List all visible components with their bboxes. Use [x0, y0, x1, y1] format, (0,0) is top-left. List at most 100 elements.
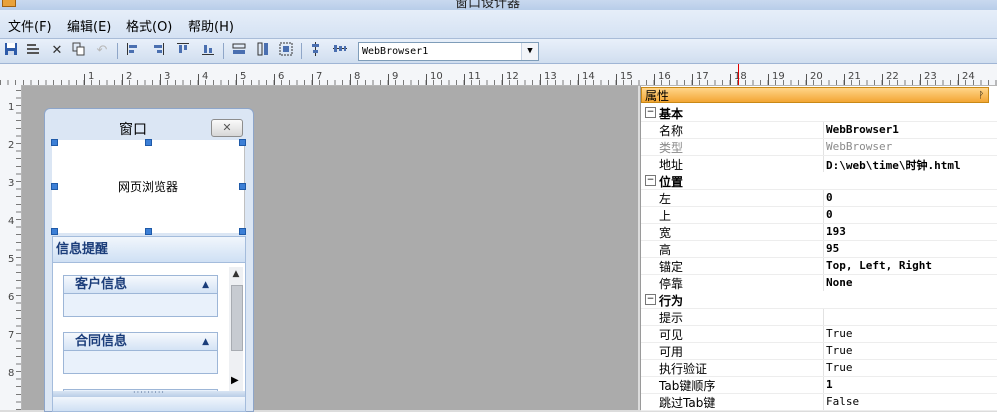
property-row[interactable]: Tab键顺序 1	[641, 376, 997, 394]
group-header[interactable]: 合同信息 ▲	[64, 333, 217, 351]
save-icon[interactable]	[2, 42, 20, 60]
align-top-icon[interactable]	[174, 42, 192, 60]
property-category[interactable]: − 基本	[641, 104, 997, 122]
property-category[interactable]: − 行为	[641, 291, 997, 309]
property-name: 宽	[659, 226, 672, 240]
property-name: 地址	[659, 158, 684, 172]
menu-file[interactable]: 文件(F)	[8, 16, 52, 35]
property-row[interactable]: 名称 WebBrowser1	[641, 121, 997, 139]
property-row[interactable]: 类型 WebBrowser	[641, 138, 997, 156]
property-value[interactable]: True	[826, 361, 853, 374]
property-value[interactable]: 0	[826, 208, 833, 221]
property-category[interactable]: − 位置	[641, 172, 997, 190]
collapse-icon[interactable]: −	[645, 175, 656, 186]
collapse-icon[interactable]: ▲	[202, 333, 209, 351]
category-label: 位置	[659, 175, 684, 189]
property-value[interactable]: 95	[826, 242, 839, 255]
delete-icon[interactable]: ✕	[48, 42, 66, 60]
ruler-major-tick	[958, 74, 959, 85]
property-row[interactable]: 跳过Tab键 False	[641, 393, 997, 411]
ruler-number: 3	[8, 178, 15, 189]
undo-icon[interactable]: ↶	[93, 42, 111, 60]
property-value[interactable]: Top, Left, Right	[826, 259, 932, 272]
property-row[interactable]: 可用 True	[641, 342, 997, 360]
save-all-icon[interactable]	[24, 42, 42, 60]
vertical-scrollbar[interactable]: ▲	[229, 267, 243, 391]
customer-info-group[interactable]: 客户信息 ▲	[63, 275, 218, 317]
scroll-thumb[interactable]	[231, 285, 243, 351]
ruler-number: 11	[468, 71, 481, 82]
align-left-icon[interactable]	[124, 42, 142, 60]
collapse-icon[interactable]: ▲	[202, 276, 209, 294]
property-value[interactable]: 193	[826, 225, 846, 238]
property-value[interactable]: True	[826, 327, 853, 340]
component-select[interactable]: WebBrowser1 ▼	[358, 42, 539, 61]
ruler-number: 23	[924, 71, 937, 82]
pin-icon[interactable]: ᚹ	[979, 88, 984, 104]
property-value[interactable]: True	[826, 344, 853, 357]
ruler-major-tick	[730, 74, 731, 85]
property-name: 左	[659, 192, 672, 206]
property-value[interactable]: 1	[826, 378, 833, 391]
property-row[interactable]: 锚定 Top, Left, Right	[641, 257, 997, 275]
scroll-up-icon[interactable]: ▲	[229, 269, 243, 279]
ruler-number: 18	[734, 71, 747, 82]
scroll-right-icon[interactable]: ▶	[231, 375, 239, 386]
ruler-major-tick	[692, 74, 693, 85]
info-panel[interactable]: 信息提醒 客户信息 ▲ 合同信息 ▲ ▲ ▶ ·········	[52, 236, 246, 412]
properties-panel: 属性 ᚹ − 基本 名称 WebBrowser1 类型 WebBrowser 地址 D:\we…	[640, 86, 997, 411]
property-row[interactable]: 宽 193	[641, 223, 997, 241]
same-height-icon[interactable]	[254, 42, 272, 60]
ruler-number: 4	[202, 71, 209, 82]
property-name: 执行验证	[659, 362, 708, 376]
group-title: 合同信息	[75, 334, 128, 349]
group-header[interactable]: 客户信息 ▲	[64, 276, 217, 294]
menu-bar: 文件(F) 编辑(E) 格式(O) 帮助(H)	[0, 10, 997, 39]
center-horizontal-icon[interactable]	[331, 42, 349, 60]
menu-edit[interactable]: 编辑(E)	[67, 16, 111, 35]
selection-handle-left[interactable]	[51, 183, 58, 190]
property-row[interactable]: 可见 True	[641, 325, 997, 343]
property-row[interactable]: 停靠 None	[641, 274, 997, 292]
property-name: 名称	[659, 124, 684, 138]
property-value[interactable]: None	[826, 276, 853, 289]
web-browser-control[interactable]: 网页浏览器	[52, 140, 245, 233]
align-right-icon[interactable]	[149, 42, 167, 60]
copy-icon[interactable]	[70, 42, 88, 60]
align-bottom-icon[interactable]	[199, 42, 217, 60]
property-value[interactable]: WebBrowser1	[826, 123, 899, 136]
selection-handle-bottom[interactable]	[145, 228, 152, 235]
center-vertical-icon[interactable]	[307, 42, 325, 60]
property-row[interactable]: 上0	[641, 206, 997, 224]
ruler-major-tick	[84, 74, 85, 85]
property-value[interactable]: WebBrowser	[826, 140, 892, 153]
contract-info-group[interactable]: 合同信息 ▲	[63, 332, 218, 374]
menu-format[interactable]: 格式(O)	[126, 16, 172, 35]
ruler-major-tick	[274, 74, 275, 85]
selection-handle-top[interactable]	[145, 139, 152, 146]
chevron-down-icon[interactable]: ▼	[521, 43, 538, 60]
property-value[interactable]: D:\web\time\时钟.html	[826, 157, 961, 173]
property-row[interactable]: 高 95	[641, 240, 997, 258]
ruler-number: 7	[316, 71, 323, 82]
property-row[interactable]: 左0	[641, 189, 997, 207]
selection-handle-bottom-left[interactable]	[51, 228, 58, 235]
close-icon[interactable]: ✕	[211, 119, 243, 137]
collapse-icon[interactable]: −	[645, 107, 656, 118]
selection-handle-top-left[interactable]	[51, 139, 58, 146]
selection-handle-top-right[interactable]	[239, 139, 246, 146]
property-value[interactable]: False	[826, 395, 859, 408]
selection-handle-right[interactable]	[239, 183, 246, 190]
same-size-icon[interactable]	[277, 42, 295, 60]
property-row[interactable]: 提示	[641, 308, 997, 326]
selection-handle-bottom-right[interactable]	[239, 228, 246, 235]
ruler-major-tick	[160, 74, 161, 85]
collapse-icon[interactable]: −	[645, 294, 656, 305]
same-width-icon[interactable]	[230, 42, 248, 60]
panel-bottom-bar	[53, 397, 245, 411]
property-row[interactable]: 执行验证 True	[641, 359, 997, 377]
property-row[interactable]: 地址 D:\web\time\时钟.html	[641, 155, 997, 173]
ruler-number: 5	[8, 254, 15, 265]
menu-help[interactable]: 帮助(H)	[188, 16, 234, 35]
property-value[interactable]: 0	[826, 191, 833, 204]
